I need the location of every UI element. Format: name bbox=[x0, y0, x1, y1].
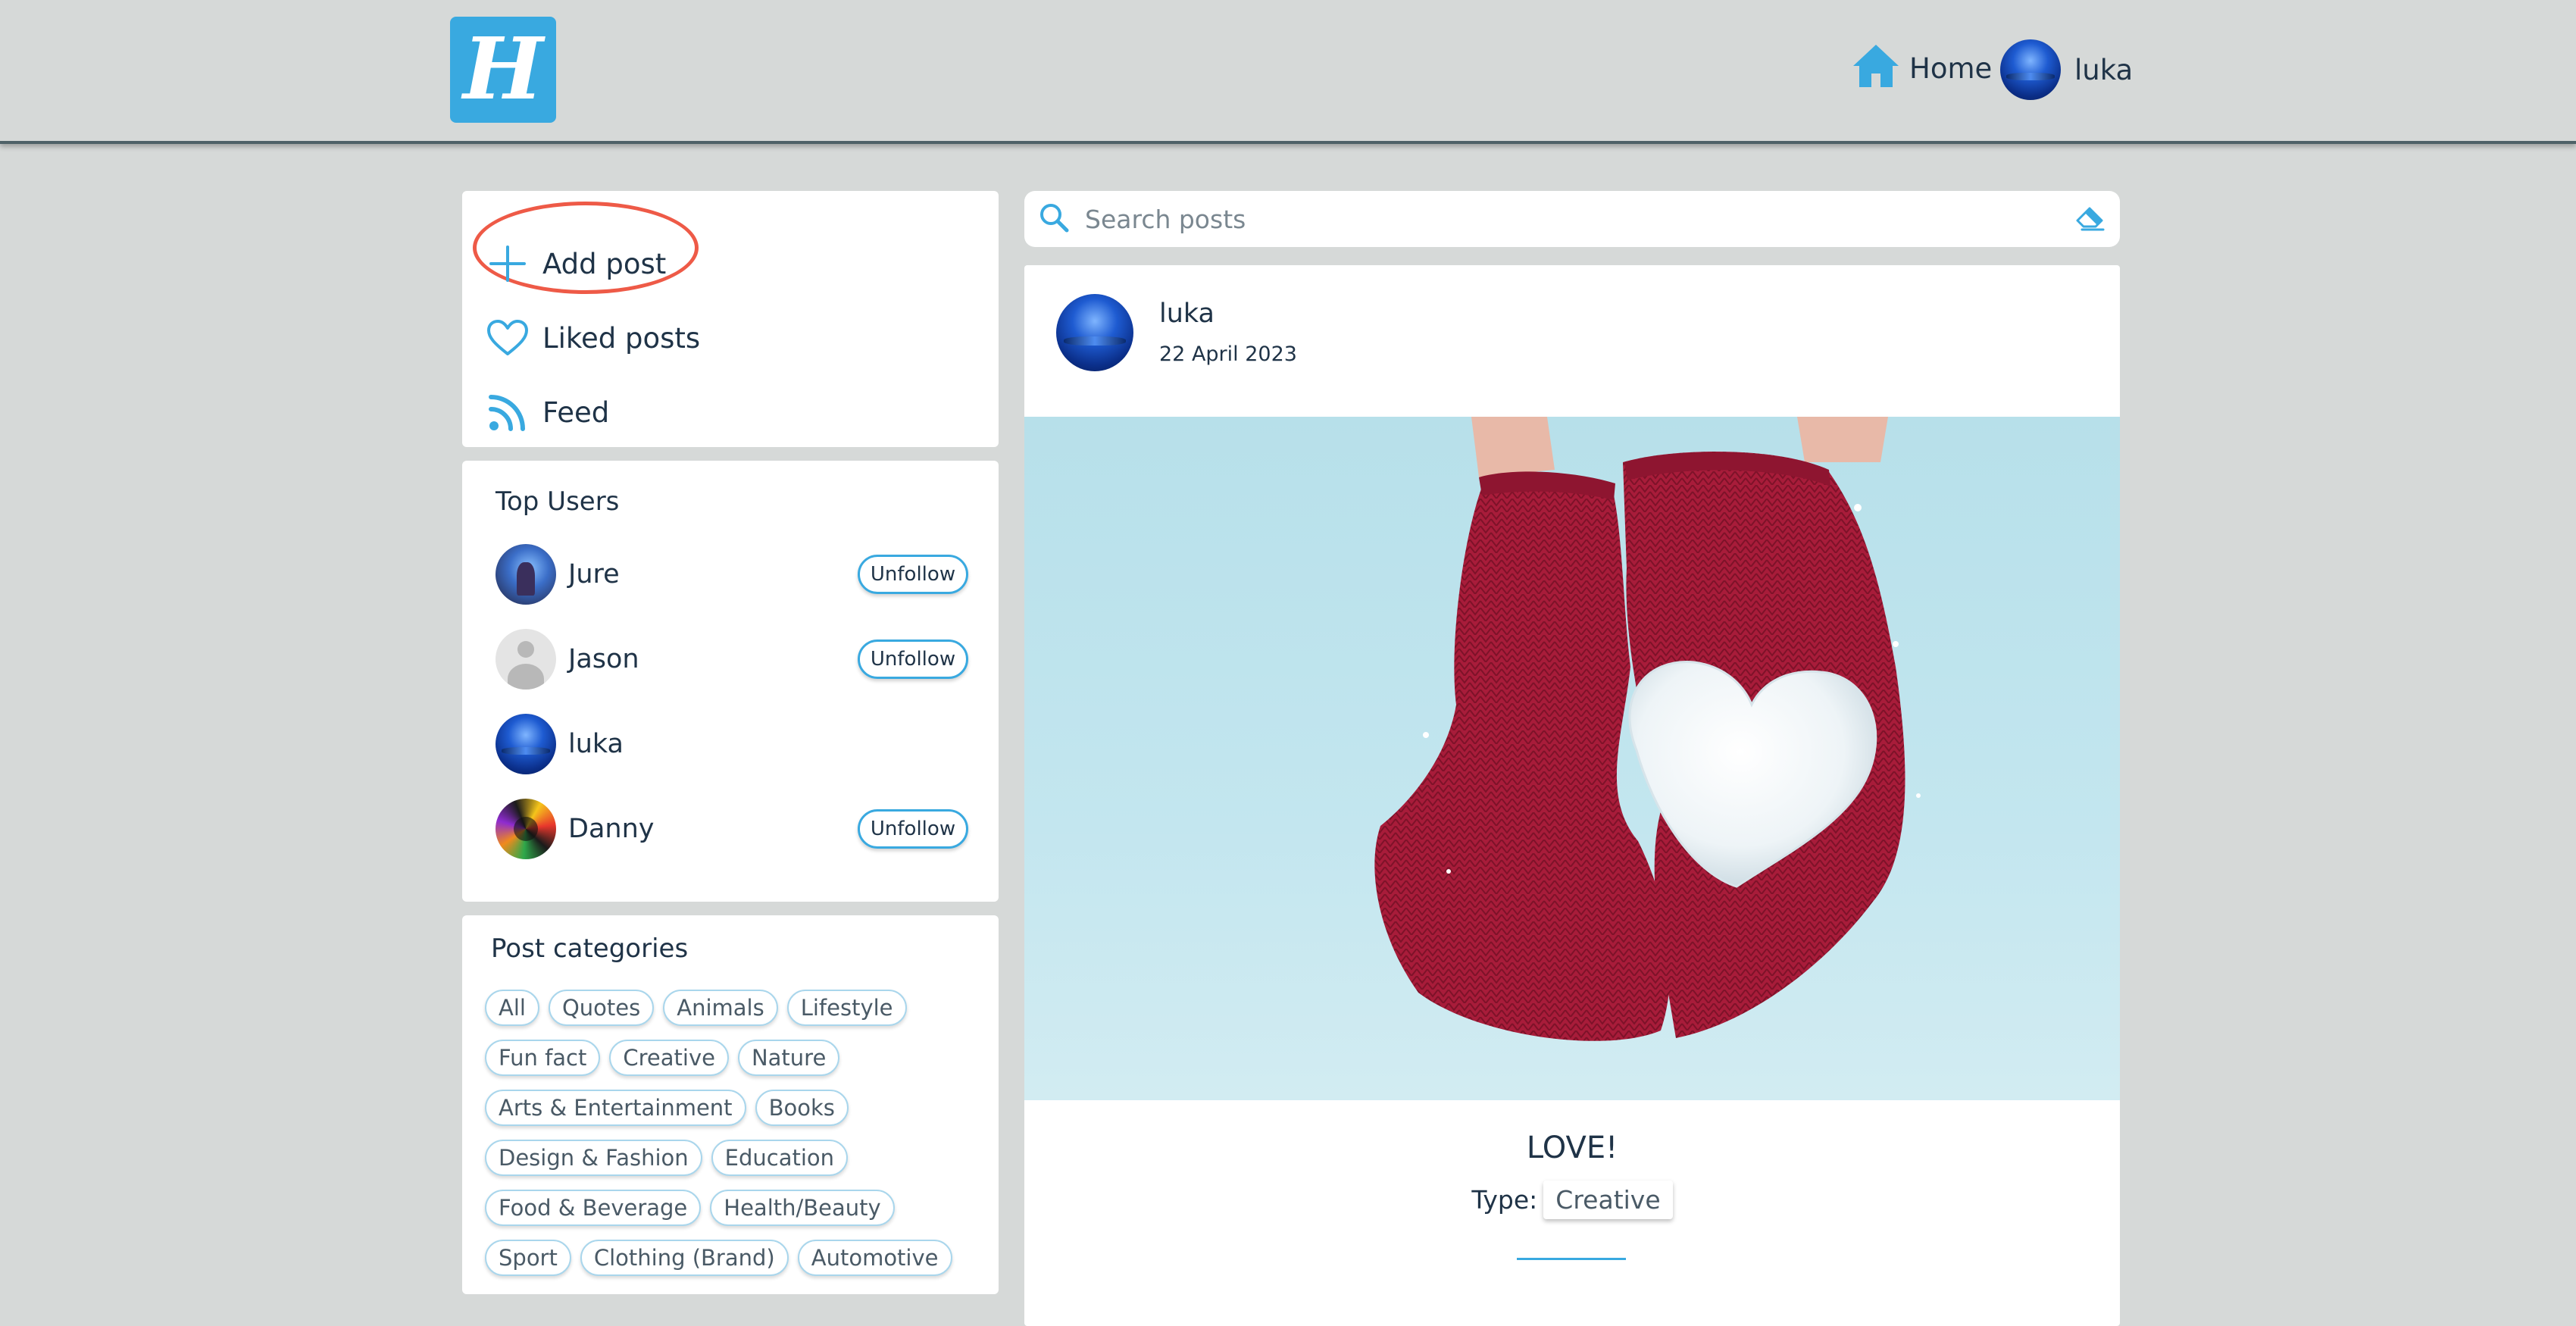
unfollow-button[interactable]: Unfollow bbox=[858, 809, 968, 849]
avatar bbox=[2000, 39, 2061, 100]
plus-icon bbox=[486, 242, 529, 285]
category-chip[interactable]: Design & Fashion bbox=[485, 1140, 702, 1176]
category-chip[interactable]: Nature bbox=[737, 1040, 840, 1076]
app-logo[interactable]: H bbox=[450, 17, 556, 123]
avatar[interactable] bbox=[496, 629, 556, 690]
user-name[interactable]: luka bbox=[568, 729, 968, 759]
sidebar-menu: Add post Liked posts Feed bbox=[462, 191, 999, 447]
category-chip[interactable]: Food & Beverage bbox=[485, 1190, 702, 1226]
post-type-label: Type: bbox=[1471, 1185, 1538, 1215]
sidebar-item-label: Add post bbox=[542, 247, 667, 280]
rss-icon bbox=[486, 391, 529, 433]
top-users-title: Top Users bbox=[496, 486, 620, 517]
unfollow-button[interactable]: Unfollow bbox=[858, 555, 968, 594]
user-name[interactable]: Jason bbox=[568, 644, 858, 674]
search-bar bbox=[1024, 191, 2120, 247]
mittens-heart-illustration bbox=[1374, 417, 1921, 1041]
profile-name: luka bbox=[2074, 53, 2134, 86]
eraser-icon[interactable] bbox=[2074, 202, 2106, 236]
top-navbar: H Home luka bbox=[0, 0, 2576, 144]
user-name[interactable]: Danny bbox=[568, 814, 858, 844]
category-chip[interactable]: Books bbox=[755, 1090, 849, 1126]
home-label: Home bbox=[1909, 52, 1993, 85]
avatar[interactable] bbox=[496, 544, 556, 605]
sidebar-item-label: Liked posts bbox=[542, 321, 701, 355]
list-item: Jason Unfollow bbox=[496, 627, 968, 691]
category-chip[interactable]: Lifestyle bbox=[786, 990, 907, 1026]
unfollow-button[interactable]: Unfollow bbox=[858, 640, 968, 679]
categories-title: Post categories bbox=[491, 934, 689, 964]
post-type: Type: Creative bbox=[1024, 1181, 2120, 1219]
category-chip[interactable]: Automotive bbox=[797, 1240, 952, 1276]
category-chip[interactable]: Fun fact bbox=[485, 1040, 601, 1076]
home-link[interactable]: Home bbox=[1850, 39, 1992, 97]
category-chip[interactable]: Arts & Entertainment bbox=[485, 1090, 746, 1126]
post-date: 22 April 2023 bbox=[1159, 342, 1297, 366]
sidebar-item-feed[interactable]: Feed bbox=[486, 391, 609, 433]
post-image[interactable] bbox=[1024, 417, 2120, 1100]
heart-icon bbox=[486, 317, 529, 359]
list-item: luka bbox=[496, 712, 968, 776]
post-author[interactable]: luka bbox=[1159, 299, 1215, 329]
search-input[interactable] bbox=[1083, 203, 2074, 235]
top-users-panel: Top Users Jure Unfollow Jason Unfollow l… bbox=[462, 461, 999, 902]
post-title: LOVE! bbox=[1526, 1131, 1618, 1165]
search-icon[interactable] bbox=[1038, 202, 1070, 236]
category-chip[interactable]: All bbox=[485, 990, 539, 1026]
user-name[interactable]: Jure bbox=[568, 559, 858, 590]
category-chip[interactable]: Health/Beauty bbox=[710, 1190, 895, 1226]
category-chip[interactable]: Clothing (Brand) bbox=[580, 1240, 789, 1276]
category-chip[interactable]: Quotes bbox=[548, 990, 655, 1026]
category-chip[interactable]: Sport bbox=[485, 1240, 571, 1276]
profile-link[interactable]: luka bbox=[2000, 39, 2133, 100]
sidebar-item-liked-posts[interactable]: Liked posts bbox=[486, 317, 700, 359]
list-item: Danny Unfollow bbox=[496, 797, 968, 861]
post-divider bbox=[1517, 1258, 1626, 1260]
post-type-chip[interactable]: Creative bbox=[1543, 1181, 1673, 1219]
category-chip[interactable]: Education bbox=[711, 1140, 849, 1176]
home-icon bbox=[1850, 42, 1902, 95]
avatar[interactable] bbox=[1056, 294, 1133, 371]
logo-letter: H bbox=[463, 20, 543, 119]
sidebar-item-add-post[interactable]: Add post bbox=[486, 242, 666, 285]
sidebar-item-label: Feed bbox=[542, 396, 610, 429]
post-card: luka 22 April 2023 LOVE! Type: Creative bbox=[1024, 265, 2120, 1326]
post-categories-panel: Post categories All Quotes Animals Lifes… bbox=[462, 915, 999, 1294]
category-chip[interactable]: Animals bbox=[663, 990, 778, 1026]
category-chip[interactable]: Creative bbox=[609, 1040, 729, 1076]
avatar[interactable] bbox=[496, 799, 556, 859]
category-list: All Quotes Animals Lifestyle Fun fact Cr… bbox=[485, 990, 985, 1276]
list-item: Jure Unfollow bbox=[496, 543, 968, 606]
avatar[interactable] bbox=[496, 714, 556, 774]
